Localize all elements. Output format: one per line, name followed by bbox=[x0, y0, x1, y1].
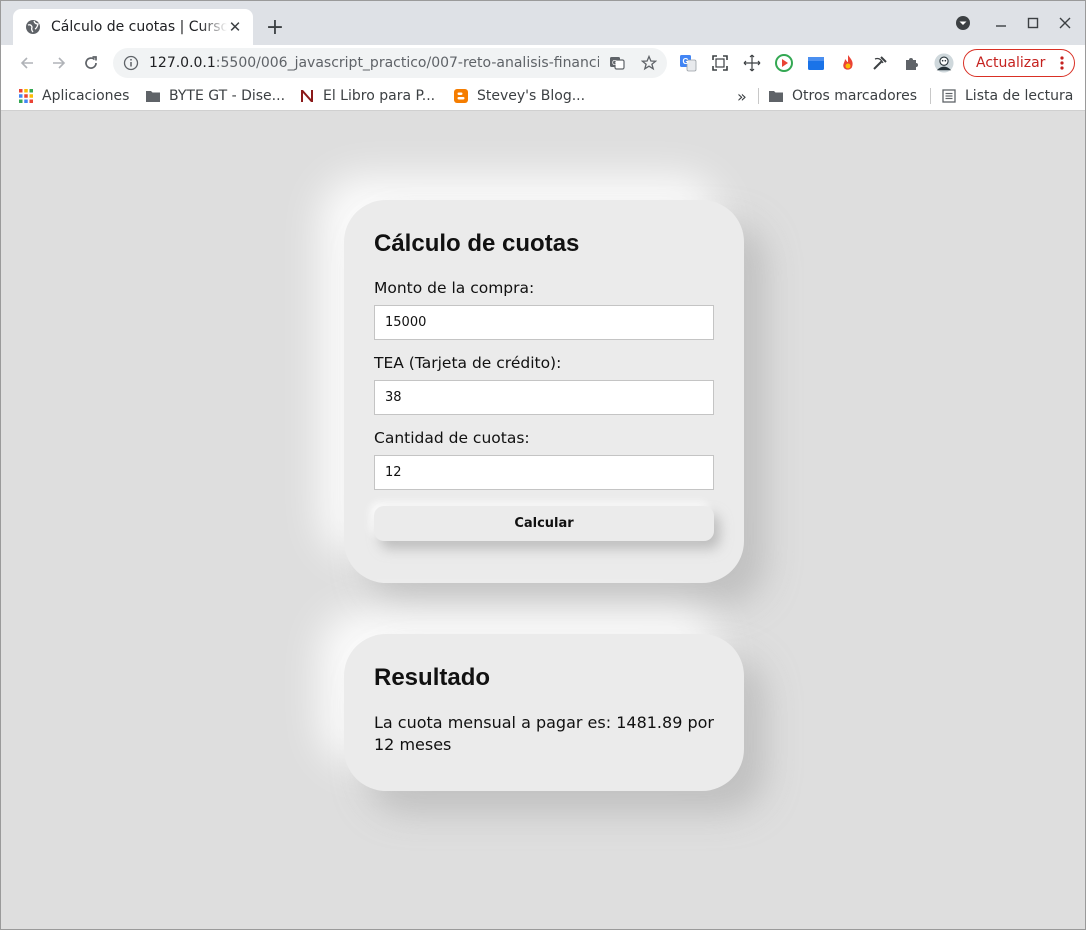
back-icon[interactable] bbox=[13, 49, 41, 77]
profile-menu-icon[interactable] bbox=[947, 7, 979, 39]
url-text: 127.0.0.1:5500/006_javascript_practico/0… bbox=[149, 55, 599, 71]
apps-grid-icon bbox=[18, 88, 34, 104]
monto-input[interactable] bbox=[374, 305, 714, 340]
play-extension-icon[interactable] bbox=[774, 53, 794, 73]
tab-title: Cálculo de cuotas | Curso de Prá bbox=[51, 19, 227, 35]
bookmark-byte-gt[interactable]: BYTE GT - Dise... bbox=[145, 85, 285, 107]
url-path: :5500/006_javascript_practico/007-reto-a… bbox=[215, 55, 599, 71]
result-text: La cuota mensual a pagar es: 1481.89 por… bbox=[374, 713, 714, 754]
globe-icon bbox=[25, 19, 41, 35]
reading-list[interactable]: Lista de lectura bbox=[941, 85, 1073, 107]
calculate-button[interactable]: Calcular bbox=[374, 506, 714, 541]
kebab-menu-icon[interactable] bbox=[1060, 55, 1064, 75]
move-cursor-icon[interactable] bbox=[742, 53, 762, 73]
reading-list-label: Lista de lectura bbox=[965, 88, 1074, 104]
browser-toolbar: 127.0.0.1:5500/006_javascript_practico/0… bbox=[1, 45, 1085, 81]
tab-strip: Cálculo de cuotas | Curso de Prá ✕ + bbox=[1, 1, 1085, 45]
google-translate-ext-icon[interactable]: G bbox=[678, 53, 698, 73]
cuotas-label: Cantidad de cuotas: bbox=[374, 429, 530, 447]
svg-text:G: G bbox=[683, 57, 689, 66]
star-bookmark-icon[interactable] bbox=[641, 55, 657, 71]
bookmarks-divider bbox=[758, 88, 759, 104]
reading-list-icon bbox=[941, 88, 957, 104]
translate-icon[interactable]: G bbox=[609, 55, 625, 71]
browser-tab[interactable]: Cálculo de cuotas | Curso de Prá ✕ bbox=[13, 9, 253, 45]
close-tab-icon[interactable]: ✕ bbox=[227, 18, 243, 36]
cuotas-input[interactable] bbox=[374, 455, 714, 490]
blue-folder-ext-icon[interactable] bbox=[806, 53, 826, 73]
page-content: Cálculo de cuotas Monto de la compra: TE… bbox=[1, 112, 1085, 929]
update-label: Actualizar bbox=[976, 55, 1046, 71]
tea-input[interactable] bbox=[374, 380, 714, 415]
address-bar[interactable]: 127.0.0.1:5500/006_javascript_practico/0… bbox=[113, 48, 667, 78]
bookmark-el-libro[interactable]: El Libro para P... bbox=[299, 85, 435, 107]
bookmark-label: El Libro para P... bbox=[323, 88, 436, 104]
folder-icon bbox=[768, 88, 784, 104]
more-bookmarks-chevron[interactable]: » bbox=[737, 85, 747, 107]
close-window-icon[interactable] bbox=[1049, 7, 1081, 39]
svg-text:G: G bbox=[612, 60, 617, 67]
update-button[interactable]: Actualizar bbox=[963, 49, 1075, 77]
screenshot-icon[interactable] bbox=[710, 53, 730, 73]
monto-label: Monto de la compra: bbox=[374, 279, 535, 297]
installment-form-card: Cálculo de cuotas Monto de la compra: TE… bbox=[344, 200, 744, 583]
tea-label: TEA (Tarjeta de crédito): bbox=[374, 354, 562, 372]
bookmark-label: BYTE GT - Dise... bbox=[169, 88, 286, 104]
folder-icon bbox=[145, 88, 161, 104]
eyedropper-ext-icon[interactable] bbox=[870, 53, 890, 73]
site-info-icon[interactable] bbox=[123, 55, 139, 71]
blogger-icon bbox=[453, 88, 469, 104]
fire-ext-icon[interactable] bbox=[838, 53, 858, 73]
avatar[interactable] bbox=[934, 53, 954, 73]
n-logo-icon bbox=[299, 88, 315, 104]
bookmark-apps[interactable]: Aplicaciones bbox=[18, 85, 129, 107]
window-controls bbox=[947, 1, 1085, 45]
reload-icon[interactable] bbox=[77, 49, 105, 77]
bookmarks-bar: Aplicaciones BYTE GT - Dise... El Libro … bbox=[1, 81, 1085, 111]
result-title: Resultado bbox=[374, 664, 491, 691]
bookmark-label: Stevey's Blog... bbox=[477, 88, 586, 104]
minimize-icon[interactable] bbox=[985, 7, 1017, 39]
form-title: Cálculo de cuotas bbox=[374, 230, 580, 257]
bookmark-label: Otros marcadores bbox=[792, 88, 918, 104]
bookmarks-divider bbox=[930, 88, 931, 104]
bookmark-label: Aplicaciones bbox=[42, 88, 130, 104]
bookmark-stevey[interactable]: Stevey's Blog... bbox=[453, 85, 585, 107]
bookmark-other[interactable]: Otros marcadores bbox=[768, 85, 917, 107]
puzzle-extensions-icon[interactable] bbox=[902, 53, 922, 73]
result-card: Resultado La cuota mensual a pagar es: 1… bbox=[344, 634, 744, 791]
browser-window: Cálculo de cuotas | Curso de Prá ✕ + bbox=[0, 0, 1086, 930]
new-tab-button[interactable]: + bbox=[263, 15, 287, 40]
maximize-icon[interactable] bbox=[1017, 7, 1049, 39]
forward-icon[interactable] bbox=[45, 49, 73, 77]
url-host: 127.0.0.1 bbox=[149, 55, 216, 71]
